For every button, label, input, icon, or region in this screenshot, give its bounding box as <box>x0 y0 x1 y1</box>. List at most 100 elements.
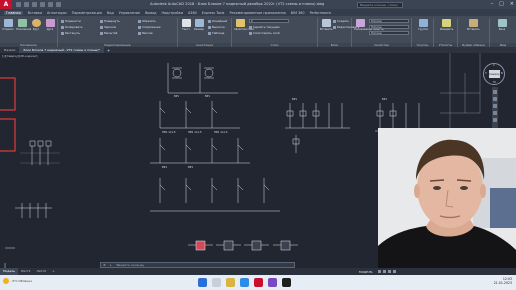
grid-icon[interactable] <box>378 270 381 273</box>
linetype-dropdown[interactable]: ПоСлою <box>369 31 409 35</box>
system-tray[interactable]: 12:03 21.01.2023 <box>494 277 512 285</box>
maximize-icon[interactable]: □ <box>499 1 504 7</box>
linear-dimension-button[interactable]: Линейный <box>208 19 227 23</box>
lineweight-dropdown[interactable]: ПоСлою <box>369 25 409 29</box>
viewcube-east[interactable]: В <box>501 72 503 75</box>
save-icon[interactable] <box>32 2 37 7</box>
tab-output[interactable]: Вывод <box>145 11 156 15</box>
tab-home[interactable]: Главная <box>4 10 23 15</box>
drawing-text-2: ВР1 <box>205 94 210 98</box>
tab-view[interactable]: Вид <box>107 11 114 15</box>
autocad-logo-icon[interactable]: A <box>0 0 12 9</box>
layout-tab-sheet2[interactable]: Лист2 <box>34 268 50 275</box>
leader-icon <box>208 25 211 29</box>
tab-addins[interactable]: Надстройки <box>161 11 183 15</box>
undo-icon[interactable] <box>48 2 53 7</box>
redo-icon[interactable] <box>56 2 61 7</box>
viewcube-north[interactable]: С <box>493 64 495 67</box>
circle-button[interactable]: Круг <box>30 19 42 32</box>
line-button[interactable]: Отрезок <box>2 19 14 32</box>
obs-icon[interactable] <box>282 278 291 287</box>
tab-insert[interactable]: Вставка <box>28 11 42 15</box>
layout-tab-model[interactable]: Модель <box>0 268 19 275</box>
measure-button[interactable]: Измерить <box>440 19 453 32</box>
viewcube-west[interactable]: З <box>485 72 487 75</box>
rotate-button[interactable]: Повернуть <box>100 19 120 23</box>
new-file-icon[interactable] <box>16 2 21 7</box>
arc-button[interactable]: Дуга <box>44 19 56 32</box>
tab-parametric[interactable]: Параметризация <box>72 11 102 15</box>
command-line-close-icon[interactable]: × <box>101 263 108 267</box>
table-button[interactable]: Таблица <box>208 31 224 35</box>
pan-icon[interactable] <box>493 97 497 101</box>
viewcube-top-face[interactable]: Сверху <box>489 70 500 78</box>
window-controls: – □ × <box>491 1 514 7</box>
text-button[interactable]: Текст <box>180 19 192 32</box>
tab-express-tools[interactable]: Express Tools <box>202 11 225 15</box>
match-properties-button[interactable]: Копирование свойств <box>354 19 384 32</box>
windows-taskbar: -3°C Облачно 12:03 21.01.2023 <box>0 275 516 290</box>
paste-button[interactable]: Вставить <box>467 19 480 32</box>
browser-icon[interactable] <box>240 278 249 287</box>
showmotion-icon[interactable] <box>493 118 497 122</box>
polar-icon[interactable] <box>393 270 396 273</box>
create-block-button[interactable]: Создать <box>333 19 349 23</box>
tab-annotate[interactable]: Аннотации <box>47 11 67 15</box>
copy-button[interactable]: Копировать <box>61 25 82 29</box>
file-explorer-icon[interactable] <box>226 278 235 287</box>
tab-performance[interactable]: Performance <box>310 11 332 15</box>
mirror-button[interactable]: Зеркало <box>100 25 116 29</box>
layer-properties-button[interactable]: Свойства слоя <box>234 19 254 32</box>
fillet-button[interactable]: Сопряжение <box>138 25 161 29</box>
insert-block-button[interactable]: Вставить <box>320 19 333 32</box>
circle-icon <box>31 19 41 27</box>
print-icon[interactable] <box>40 2 45 7</box>
autocad-taskbar-icon[interactable] <box>254 278 263 287</box>
annotation-group: Текст Размер Линейный Выноска Таблица Ан… <box>178 18 232 47</box>
stretch-button[interactable]: Растянуть <box>61 31 80 35</box>
group-icon <box>418 19 428 27</box>
viewcube-south[interactable]: Ю <box>493 81 496 84</box>
snap-icon[interactable] <box>383 270 386 273</box>
make-current-button[interactable]: Сделать текущим <box>249 25 280 29</box>
base-view-button[interactable]: База <box>496 19 508 32</box>
insert-block-icon <box>321 19 331 27</box>
search-icon[interactable] <box>212 278 221 287</box>
text-icon <box>181 19 191 27</box>
status-bar: Модель Лист1 Лист2 + МОДЕЛЬ <box>0 268 516 275</box>
move-button[interactable]: Перенести <box>61 19 81 23</box>
command-input[interactable]: Введите команду <box>116 263 144 267</box>
scale-button[interactable]: Масштаб <box>100 31 117 35</box>
leader-button[interactable]: Выноска <box>208 25 225 29</box>
tab-a360[interactable]: A360 <box>188 11 197 15</box>
orbit-icon[interactable] <box>493 111 497 115</box>
color-dropdown[interactable]: ПоСлою <box>369 19 409 23</box>
ortho-icon[interactable] <box>388 270 391 273</box>
model-space-toggle[interactable]: МОДЕЛЬ <box>359 270 373 274</box>
open-file-icon[interactable] <box>24 2 29 7</box>
array-button[interactable]: Массив <box>138 31 153 35</box>
viewport-controls-label[interactable]: [-][Сверху][2D-каркас] <box>2 54 37 58</box>
minimize-icon[interactable]: – <box>491 1 494 7</box>
tab-bim360[interactable]: BIM 360 <box>291 11 305 15</box>
match-layer-button[interactable]: Сопоставить слой <box>249 31 280 35</box>
add-layout-icon[interactable]: + <box>49 268 58 275</box>
zoom-icon[interactable] <box>493 104 497 108</box>
app-icon[interactable] <box>268 278 277 287</box>
start-icon[interactable] <box>198 278 207 287</box>
weather-widget[interactable]: -3°C Облачно <box>3 278 32 284</box>
search-input[interactable]: Введите ключев. слово/фразу <box>357 1 403 12</box>
viewcube[interactable]: С Ю З В Сверху <box>483 63 505 85</box>
tab-featured-apps[interactable]: Рекомендованные приложения <box>229 11 285 15</box>
layout-tab-sheet1[interactable]: Лист1 <box>18 268 34 275</box>
polyline-button[interactable]: Полилиния <box>16 19 31 32</box>
layer-dropdown[interactable]: 0 <box>249 19 289 23</box>
title-bar: A Autodesk AutoCAD 2018 · Блок Блоков 7 … <box>0 0 516 12</box>
steering-wheel-icon[interactable] <box>493 90 497 94</box>
tab-manage[interactable]: Управление <box>119 11 140 15</box>
new-tab-icon[interactable]: + <box>104 48 113 53</box>
dimension-button[interactable]: Размер <box>193 19 205 32</box>
trim-button[interactable]: Обрезать <box>138 19 156 23</box>
close-icon[interactable]: × <box>510 1 514 7</box>
group-button[interactable]: Группа <box>417 19 429 32</box>
